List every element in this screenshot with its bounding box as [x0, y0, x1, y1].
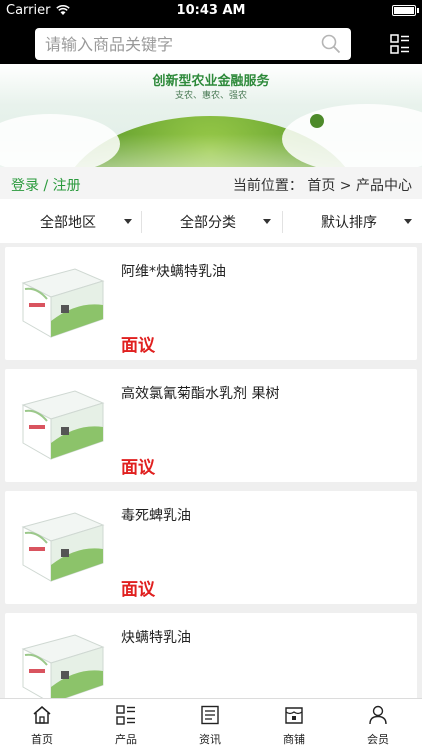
chevron-down-icon — [263, 219, 271, 224]
top-bar — [0, 22, 422, 64]
status-bar: Carrier 10:43 AM — [0, 0, 422, 22]
filter-region[interactable]: 全部地区 — [0, 199, 140, 243]
tab-member-label: 会员 — [367, 733, 389, 746]
product-price: 面议 — [121, 580, 155, 600]
tab-products[interactable]: 产品 — [84, 699, 168, 750]
filter-sort-label: 默认排序 — [321, 215, 377, 231]
tab-store-label: 商铺 — [283, 733, 305, 746]
user-icon — [369, 705, 387, 725]
product-box-image — [21, 390, 105, 460]
product-box-image — [21, 512, 105, 582]
tab-home-label: 首页 — [31, 733, 53, 746]
login-register-link[interactable]: 登录 / 注册 — [11, 175, 81, 195]
bottom-tab-bar: 首页 产品 资讯 商铺 会员 — [0, 698, 422, 750]
product-box-image — [21, 634, 105, 698]
product-box-image — [21, 268, 105, 338]
product-card[interactable]: 阿维*炔螨特乳油 面议 — [5, 247, 417, 360]
banner-subtitle: 支农、惠农、强农 — [174, 91, 247, 101]
product-card[interactable]: 毒死蜱乳油 面议 — [5, 491, 417, 604]
tab-home[interactable]: 首页 — [0, 699, 84, 750]
banner-cloud-left — [0, 114, 120, 167]
banner-tree — [310, 114, 324, 128]
store-icon — [285, 707, 303, 724]
product-card[interactable]: 炔螨特乳油 面议 — [5, 613, 417, 698]
list-icon — [116, 705, 135, 725]
product-name: 阿维*炔螨特乳油 — [121, 264, 226, 280]
tab-member[interactable]: 会员 — [336, 699, 420, 750]
product-card[interactable]: 高效氯氰菊酯水乳剂 果树 面议 — [5, 369, 417, 482]
tab-store[interactable]: 商铺 — [252, 699, 336, 750]
breadcrumb-bar: 登录 / 注册 当前位置： 首页 > 产品中心 — [0, 167, 422, 199]
promo-banner[interactable]: 创新型农业金融服务 支农、惠农、强农 — [0, 64, 422, 167]
news-icon — [201, 705, 219, 725]
tab-products-label: 产品 — [115, 733, 137, 746]
chevron-down-icon — [404, 219, 412, 224]
product-name: 炔螨特乳油 — [121, 630, 191, 646]
product-price: 面议 — [121, 336, 155, 356]
category-menu-icon[interactable] — [390, 34, 410, 54]
product-list: 阿维*炔螨特乳油 面议 高效氯氰菊酯水乳剂 果树 面议 毒死蜱乳油 面议 炔螨特… — [0, 243, 422, 698]
search-box[interactable] — [35, 28, 351, 60]
tab-news[interactable]: 资讯 — [168, 699, 252, 750]
filter-category[interactable]: 全部分类 — [142, 199, 282, 243]
filter-sort[interactable]: 默认排序 — [283, 199, 422, 243]
battery-icon — [392, 5, 416, 16]
tab-news-label: 资讯 — [199, 733, 221, 746]
product-name: 毒死蜱乳油 — [121, 508, 191, 524]
product-price: 面议 — [121, 458, 155, 478]
search-input[interactable] — [45, 28, 315, 60]
battery-tip — [417, 8, 419, 13]
home-icon — [33, 706, 51, 724]
clock: 10:43 AM — [176, 3, 246, 18]
filter-bar: 全部地区 全部分类 默认排序 — [0, 199, 422, 243]
banner-title: 创新型农业金融服务 — [152, 74, 270, 89]
banner-cloud-right — [282, 104, 422, 167]
filter-category-label: 全部分类 — [180, 215, 236, 231]
breadcrumb: 当前位置： 首页 > 产品中心 — [232, 178, 412, 194]
chevron-down-icon — [124, 219, 132, 224]
search-icon[interactable] — [321, 34, 341, 54]
product-name: 高效氯氰菊酯水乳剂 果树 — [121, 386, 280, 402]
filter-region-label: 全部地区 — [40, 215, 96, 231]
